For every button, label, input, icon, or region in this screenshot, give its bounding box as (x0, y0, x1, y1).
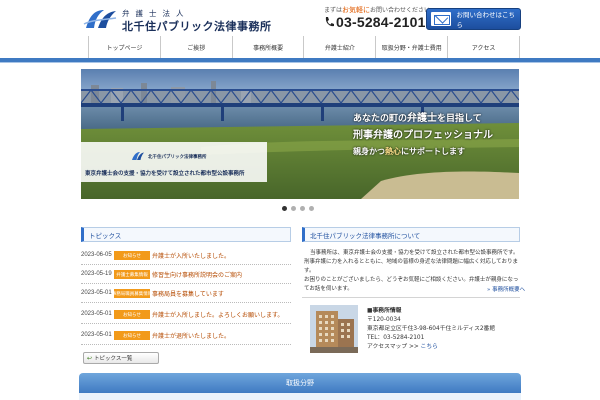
topic-date: 2023-05-01 (81, 311, 112, 317)
topic-title[interactable]: 弁護士が入所いたしました。 (152, 251, 230, 260)
hero-headline-1: あなたの町の弁護士を目指して (353, 109, 482, 124)
nav-item-office[interactable]: 事務所概要 (233, 36, 305, 58)
office-address: 東京都足立区千住3-98-604千住ミルディス2番館 (367, 326, 496, 332)
office-info-title: ■事務所情報 (367, 308, 402, 314)
mail-icon (431, 12, 451, 26)
phone-icon (325, 17, 334, 27)
site-header: 弁護士法人 北千住パブリック法律事務所 まずはお気軽にお問い合わせください 03… (0, 0, 600, 36)
topics-list-button[interactable]: ↩ トピックス一覧 (83, 352, 159, 364)
topic-date: 2023-05-01 (81, 332, 112, 338)
slider-dot-4[interactable] (309, 206, 314, 211)
nav-item-greeting[interactable]: ご挨拶 (161, 36, 233, 58)
topic-title[interactable]: 修習生向け事務所説明会のご案内 (152, 270, 242, 279)
topic-tag: お知らせ (114, 331, 150, 340)
section-divider (302, 297, 520, 298)
office-map-label: アクセスマップ >> (367, 344, 421, 350)
hero-card-logo-icon (132, 152, 144, 160)
topic-row[interactable]: 2023-05-19 弁護士募集情報 修習生向け事務所説明会のご案内 (81, 266, 291, 284)
about-more-link[interactable]: » 事務所概要へ (487, 285, 525, 293)
hero-headline-2: 刑事弁護のプロフェッショナル (353, 130, 493, 141)
slider-dot-3[interactable] (300, 206, 305, 211)
topic-tag: お知らせ (114, 251, 150, 260)
slider-dot-1[interactable] (282, 206, 287, 211)
topic-row[interactable]: 2023-05-01 お知らせ 弁護士が退所いたしました。 (81, 327, 291, 345)
slider-dot-2[interactable] (291, 206, 296, 211)
nav-item-lawyers[interactable]: 弁護士紹介 (304, 36, 377, 58)
topic-row[interactable]: 2023-05-01 お知らせ 弁護士が入所しました。よろしくお願いします。 (81, 306, 291, 324)
hero-office-card: 北千住パブリック法律事務所 東京弁護士会の支援・協力を受けて設立された都市型公設… (81, 142, 267, 182)
topic-row[interactable]: 2023-05-01 事務局職員募集情報 事務局員を募集しています (81, 285, 291, 303)
office-map-link[interactable]: こちら (421, 344, 438, 350)
hero-card-text: 東京弁護士会の支援・協力を受けて設立された都市型公設事務所 (85, 171, 245, 177)
logo-mark-icon (83, 10, 117, 28)
hero-headline-1-pre: あなたの町の (353, 114, 408, 124)
building-image (310, 305, 358, 353)
hero-card-logo: 北千住パブリック法律事務所 (131, 150, 211, 164)
hero-headline-1-big: 弁護士 (407, 113, 438, 124)
phone-caption-em: お気軽に (342, 6, 371, 14)
topic-title[interactable]: 弁護士が退所いたしました。 (152, 331, 230, 340)
hero-headline-3-pre: 親身かつ (353, 147, 385, 156)
topics-list-button-label: トピックス一覧 (94, 356, 133, 362)
return-arrow-icon: ↩ (87, 355, 93, 362)
topic-date: 2023-06-05 (81, 252, 112, 258)
hero-card-logo-name: 北千住パブリック法律事務所 (148, 155, 207, 160)
phone-number[interactable]: 03-5284-2101 (336, 14, 426, 30)
about-heading: 北千住パブリック法律事務所について (302, 227, 520, 242)
topic-date: 2023-05-19 (81, 271, 112, 277)
hero-headline-3-post: にサポートします (401, 147, 465, 156)
slider-dots (282, 206, 314, 214)
practice-areas-heading: 取扱分野 (79, 373, 521, 393)
topic-tag: 事務局職員募集情報 (114, 289, 150, 298)
topic-title[interactable]: 事務局員を募集しています (152, 289, 224, 298)
topic-row[interactable]: 2023-06-05 お知らせ 弁護士が入所いたしました。 (81, 247, 291, 265)
topic-tag: 弁護士募集情報 (114, 270, 150, 279)
about-paragraph-1: 当事務所は、東京弁護士会の支援・協力を受けて設立された都市型公設事務所です。刑事… (304, 250, 519, 274)
phone-caption-pre: まずは (324, 7, 343, 14)
hero-headline-1-post: を目指して (437, 114, 482, 124)
office-building-photo (310, 305, 358, 353)
topic-tag: お知らせ (114, 310, 150, 319)
hero-headline-3-hl: 熱心 (385, 147, 401, 156)
phone-block: まずはお気軽にお問い合わせください 03-5284-2101 (322, 5, 430, 33)
main-nav: トップページ ご挨拶 事務所概要 弁護士紹介 取扱分野・弁護士費用 アクセス (88, 36, 520, 58)
nav-item-access[interactable]: アクセス (448, 36, 520, 58)
site-logo[interactable]: 弁護士法人 北千住パブリック法律事務所 (82, 6, 271, 34)
contact-button[interactable]: お問い合わせはこちら (426, 8, 521, 30)
logo-name: 北千住パブリック法律事務所 (122, 20, 272, 33)
hero-headline-3: 親身かつ熱心にサポートします (353, 146, 465, 157)
office-map-row: アクセスマップ >> こちら (367, 343, 495, 352)
topics-heading: トピックス (81, 227, 291, 242)
phone-caption-post: お問い合わせください (370, 7, 431, 14)
topic-title[interactable]: 弁護士が入所しました。よろしくお願いします。 (152, 310, 283, 319)
practice-areas-body (79, 393, 521, 400)
office-postal: 〒120-0034 (367, 317, 401, 323)
office-tel: TEL：03-5284-2101 (367, 335, 425, 341)
nav-underline-light (0, 62, 600, 63)
hero-slider[interactable]: あなたの町の弁護士を目指して 刑事弁護のプロフェッショナル 親身かつ熱心にサポー… (81, 69, 519, 199)
topic-date: 2023-05-01 (81, 290, 112, 296)
nav-item-fees[interactable]: 取扱分野・弁護士費用 (376, 36, 449, 58)
office-info: ■事務所情報 〒120-0034 東京都足立区千住3-98-604千住ミルディス… (367, 307, 495, 352)
nav-item-home[interactable]: トップページ (89, 36, 161, 58)
contact-button-label: お問い合わせはこちら (456, 11, 516, 29)
